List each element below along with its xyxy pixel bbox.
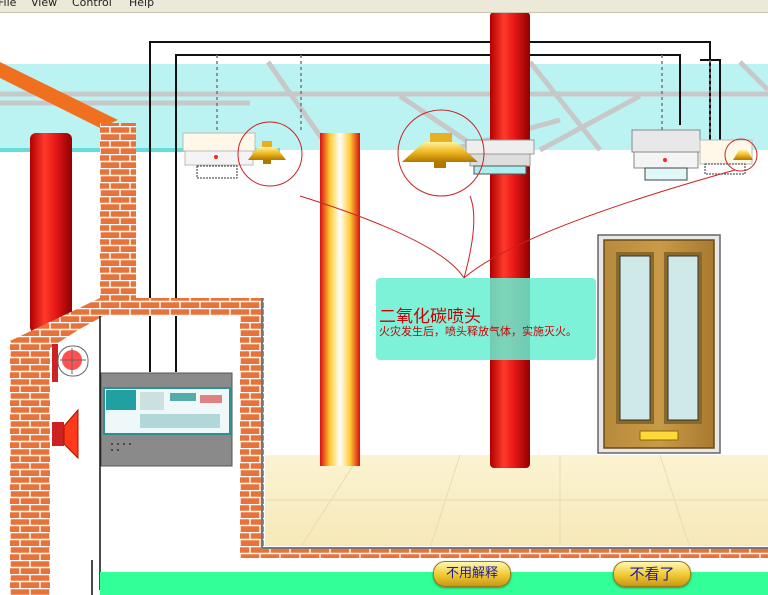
co2-nozzle-info-popup: 二氧化碳喷头 火灾发生后，喷头释放气体，实施灭火。 <box>376 278 596 360</box>
left-red-pillar <box>30 133 72 333</box>
siren-icon <box>52 408 79 460</box>
floor <box>265 455 768 548</box>
popup-description: 火灾发生后，喷头释放气体，实施灭火。 <box>379 325 577 338</box>
menu-control[interactable]: Control <box>72 0 112 8</box>
smoke-detector-icon <box>182 132 256 179</box>
fading-pillar <box>320 133 360 466</box>
no-explanation-button[interactable]: 不用解释 <box>433 561 511 587</box>
menu-view[interactable]: View <box>31 0 57 8</box>
fire-control-panel-icon <box>100 372 233 467</box>
menu-help[interactable]: Help <box>129 0 154 8</box>
door-icon <box>597 234 721 454</box>
smoke-detector-icon <box>465 139 535 175</box>
stop-watching-button[interactable]: 不看了 <box>613 561 691 587</box>
menu-file[interactable]: File <box>0 0 16 8</box>
menu-bar: File View Control Help <box>0 0 768 13</box>
alarm-bell-icon <box>52 344 89 382</box>
center-red-pillar <box>490 12 530 468</box>
